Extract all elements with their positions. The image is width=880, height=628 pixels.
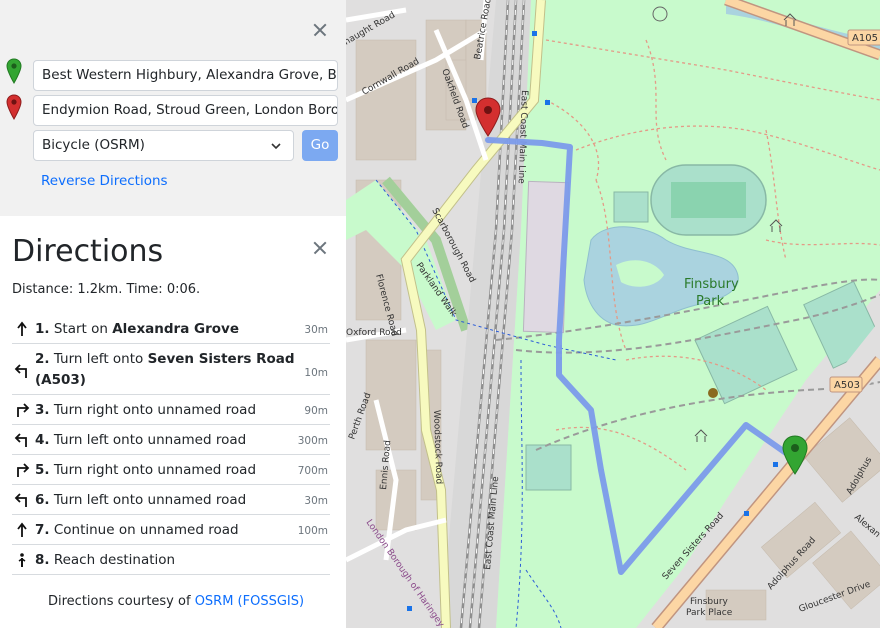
go-button[interactable]: Go bbox=[302, 130, 338, 161]
end-marker-icon bbox=[6, 94, 22, 120]
turn-left-icon bbox=[14, 493, 27, 507]
step-distance: 90m bbox=[304, 405, 328, 417]
step-text: Reach destination bbox=[53, 552, 176, 568]
step-number: 6. bbox=[35, 492, 50, 508]
direction-step[interactable]: 2. Turn left onto Seven Sisters Road (A5… bbox=[12, 344, 330, 395]
step-distance: 700m bbox=[297, 465, 328, 477]
sports-pitch bbox=[613, 191, 649, 223]
step-number: 2. bbox=[35, 351, 50, 367]
turn-right-icon bbox=[17, 403, 30, 417]
step-distance: 300m bbox=[297, 435, 328, 447]
finsbury-park-label-2: Park bbox=[696, 294, 725, 309]
step-text: Start on bbox=[53, 321, 113, 337]
osrm-link[interactable]: OSRM (FOSSGIS) bbox=[195, 594, 304, 609]
straight-arrow-icon bbox=[17, 321, 27, 336]
map-canvas[interactable]: Oakfield Road Beatrice Road Cornwall Roa… bbox=[346, 0, 880, 628]
route-from-input[interactable]: Best Western Highbury, Alexandra Grove, … bbox=[33, 60, 338, 91]
step-distance: 10m bbox=[304, 367, 328, 379]
step-number: 8. bbox=[35, 552, 50, 568]
straight-arrow-icon bbox=[17, 522, 27, 537]
routing-engine-value: Bicycle (OSRM) bbox=[42, 137, 145, 153]
a503-shield-label: A503 bbox=[834, 380, 860, 391]
memorial-icon bbox=[708, 388, 718, 398]
routing-engine-select[interactable]: Bicycle (OSRM) bbox=[33, 130, 294, 161]
step-number: 5. bbox=[35, 462, 50, 478]
direction-step[interactable]: 6. Turn left onto unnamed road 30m bbox=[12, 485, 330, 515]
step-number: 7. bbox=[35, 522, 50, 538]
direction-step[interactable]: 5. Turn right onto unnamed road 700m bbox=[12, 455, 330, 485]
step-number: 3. bbox=[35, 402, 50, 418]
directions-title: Directions bbox=[12, 234, 164, 269]
route-summary: Distance: 1.2km. Time: 0:06. bbox=[12, 282, 201, 297]
step-text: Turn left onto bbox=[53, 351, 148, 367]
finsbury-park-place-label-2: Park Place bbox=[686, 608, 733, 618]
step-distance: 100m bbox=[297, 525, 328, 537]
step-text: Turn left onto unnamed road bbox=[53, 432, 247, 448]
step-text: Continue on unnamed road bbox=[53, 522, 239, 538]
direction-step[interactable]: 1. Start on Alexandra Grove 30m bbox=[12, 314, 330, 344]
step-text: Turn left onto unnamed road bbox=[53, 492, 247, 508]
sidebar: Best Western Highbury, Alexandra Grove, … bbox=[0, 0, 346, 628]
finsbury-park-place-label-1: Finsbury bbox=[690, 597, 729, 607]
map-view[interactable]: Oakfield Road Beatrice Road Cornwall Roa… bbox=[346, 0, 880, 628]
step-road-name: Alexandra Grove bbox=[112, 321, 239, 337]
route-to-input[interactable]: Endymion Road, Stroud Green, London Boro… bbox=[33, 95, 338, 126]
close-directions-icon[interactable] bbox=[310, 238, 330, 258]
turn-left-icon bbox=[14, 433, 27, 447]
reverse-directions-link[interactable]: Reverse Directions bbox=[41, 173, 168, 189]
direction-step[interactable]: 8. Reach destination bbox=[12, 545, 330, 575]
start-marker-icon bbox=[6, 58, 22, 84]
direction-step[interactable]: 7. Continue on unnamed road 100m bbox=[12, 515, 330, 545]
app-root: Best Western Highbury, Alexandra Grove, … bbox=[0, 0, 880, 628]
destination-icon bbox=[18, 553, 26, 567]
finsbury-park-label: Finsbury bbox=[684, 277, 739, 292]
direction-step[interactable]: 3. Turn right onto unnamed road 90m bbox=[12, 395, 330, 425]
close-search-icon[interactable] bbox=[310, 20, 330, 40]
step-text: Turn right onto unnamed road bbox=[53, 462, 257, 478]
chevron-down-icon bbox=[271, 143, 281, 150]
turn-left-icon bbox=[14, 364, 27, 378]
turn-right-icon bbox=[17, 463, 30, 477]
directions-credit: Directions courtesy of OSRM (FOSSGIS) bbox=[48, 594, 304, 609]
step-text: Turn right onto unnamed road bbox=[53, 402, 257, 418]
directions-search-box: Best Western Highbury, Alexandra Grove, … bbox=[0, 0, 346, 216]
step-distance: 30m bbox=[304, 324, 328, 336]
credit-text: Directions courtesy of bbox=[48, 594, 195, 609]
tennis-courts bbox=[525, 444, 572, 491]
directions-steps: 1. Start on Alexandra Grove 30m 2. Turn … bbox=[12, 314, 330, 575]
track-field bbox=[671, 182, 746, 218]
oxford-road-label: Oxford Road bbox=[346, 328, 402, 338]
direction-step[interactable]: 4. Turn left onto unnamed road 300m bbox=[12, 425, 330, 455]
a105-shield-label: A105 bbox=[852, 33, 878, 44]
step-number: 4. bbox=[35, 432, 50, 448]
step-distance: 30m bbox=[304, 495, 328, 507]
step-number: 1. bbox=[35, 321, 50, 337]
